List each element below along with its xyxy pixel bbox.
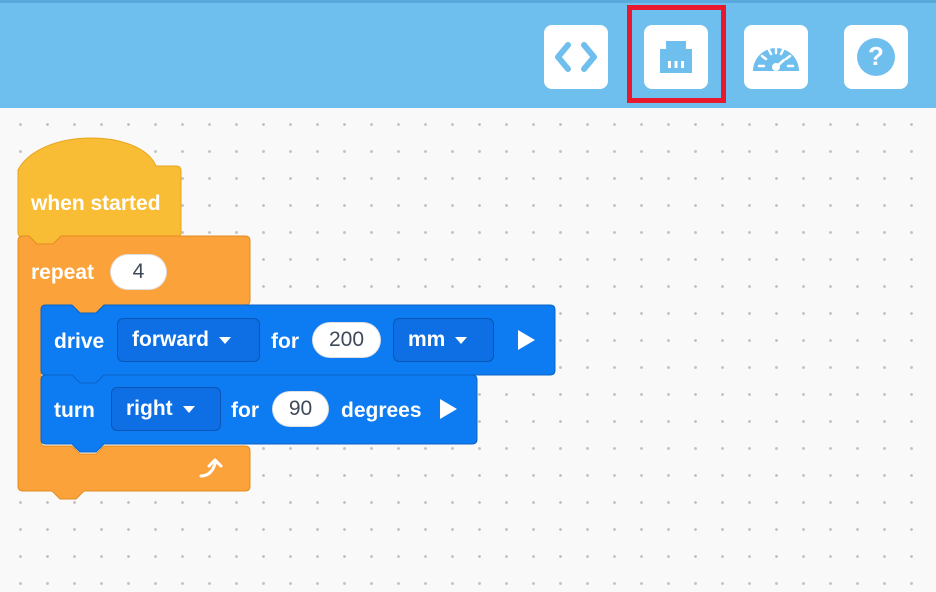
repeat-label: repeat <box>31 261 95 284</box>
when-started-label: when started <box>31 192 161 215</box>
repeat-count-input[interactable]: 4 <box>110 254 167 290</box>
turn-for-label: for <box>231 399 259 422</box>
turn-label: turn <box>54 399 95 422</box>
help-button[interactable]: ? <box>844 25 908 89</box>
blocks-stack <box>17 137 556 500</box>
turn-direction-value: right <box>126 397 173 420</box>
drive-for-label: for <box>271 330 299 353</box>
code-brackets-icon <box>555 42 597 72</box>
question-icon: ? <box>857 38 895 76</box>
drive-distance-input[interactable]: 200 <box>312 322 381 358</box>
chevron-down-icon <box>182 405 195 413</box>
svg-text:?: ? <box>868 41 884 71</box>
chevron-down-icon <box>455 336 468 344</box>
toolbar: ? <box>0 0 936 108</box>
chevron-down-icon <box>219 336 232 344</box>
speedometer-icon <box>753 46 799 71</box>
turn-angle-input[interactable]: 90 <box>272 391 329 427</box>
drive-direction-dropdown[interactable]: forward <box>117 318 260 362</box>
turn-unit-label: degrees <box>341 399 422 422</box>
drive-run-button[interactable] <box>518 330 535 350</box>
drive-unit-dropdown[interactable]: mm <box>393 318 494 362</box>
drive-direction-value: forward <box>132 328 210 351</box>
code-view-button[interactable] <box>544 25 608 89</box>
drive-label: drive <box>54 330 105 353</box>
dashboard-button[interactable] <box>744 25 808 89</box>
code-workspace[interactable]: when started repeat 4 drive forward for … <box>0 108 936 592</box>
devices-button[interactable] <box>644 25 708 89</box>
turn-run-button[interactable] <box>440 399 457 419</box>
device-port-icon <box>660 41 692 73</box>
turn-direction-dropdown[interactable]: right <box>111 387 221 431</box>
drive-unit-value: mm <box>408 328 446 351</box>
